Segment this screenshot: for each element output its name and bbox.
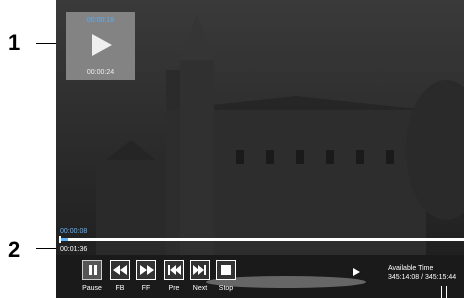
callout-line-2 bbox=[36, 248, 58, 249]
pause-icon bbox=[82, 260, 102, 280]
thumbnail-preview[interactable]: 00:00:18 00:00:24 bbox=[66, 12, 135, 80]
fb-label: FB bbox=[115, 285, 125, 292]
stop-label: Stop bbox=[218, 285, 234, 292]
stop-icon bbox=[216, 260, 236, 280]
stop-button[interactable]: Stop bbox=[216, 260, 236, 292]
ff-button[interactable]: FF bbox=[136, 260, 156, 292]
progress-bar[interactable] bbox=[60, 238, 464, 241]
current-time: 00:01:36 bbox=[60, 246, 88, 253]
thumbnail-top-time: 00:00:18 bbox=[86, 17, 115, 24]
skip-previous-icon bbox=[164, 260, 184, 280]
progress-fill bbox=[60, 238, 69, 241]
play-indicator-icon bbox=[353, 268, 360, 276]
ff-label: FF bbox=[141, 285, 151, 292]
available-time-title: Available Time bbox=[388, 265, 434, 272]
progress-top-time: 00:00:08 bbox=[60, 228, 88, 235]
play-icon bbox=[92, 34, 112, 56]
skip-next-icon bbox=[190, 260, 210, 280]
next-label: Next bbox=[192, 285, 208, 292]
callout-number-1: 1 bbox=[8, 30, 21, 55]
pre-button[interactable]: Pre bbox=[164, 260, 184, 292]
scroll-indicator bbox=[441, 286, 447, 298]
rewind-icon bbox=[110, 260, 130, 280]
progress-handle[interactable] bbox=[59, 236, 61, 243]
fast-forward-icon bbox=[136, 260, 156, 280]
fb-button[interactable]: FB bbox=[110, 260, 130, 292]
callout-number-2: 2 bbox=[8, 237, 21, 262]
video-player[interactable]: 00:00:18 00:00:24 00:00:08 00:01:36 Paus… bbox=[56, 0, 464, 298]
available-time-value: 345:14:08 / 345:15:44 bbox=[388, 274, 457, 281]
pre-label: Pre bbox=[168, 285, 180, 292]
available-time: Available Time 345:14:08 / 345:15:44 bbox=[388, 264, 456, 282]
next-button[interactable]: Next bbox=[190, 260, 210, 292]
pause-button[interactable]: Pause bbox=[82, 260, 102, 292]
pause-label: Pause bbox=[82, 285, 102, 292]
thumbnail-bottom-time: 00:00:24 bbox=[86, 69, 115, 76]
